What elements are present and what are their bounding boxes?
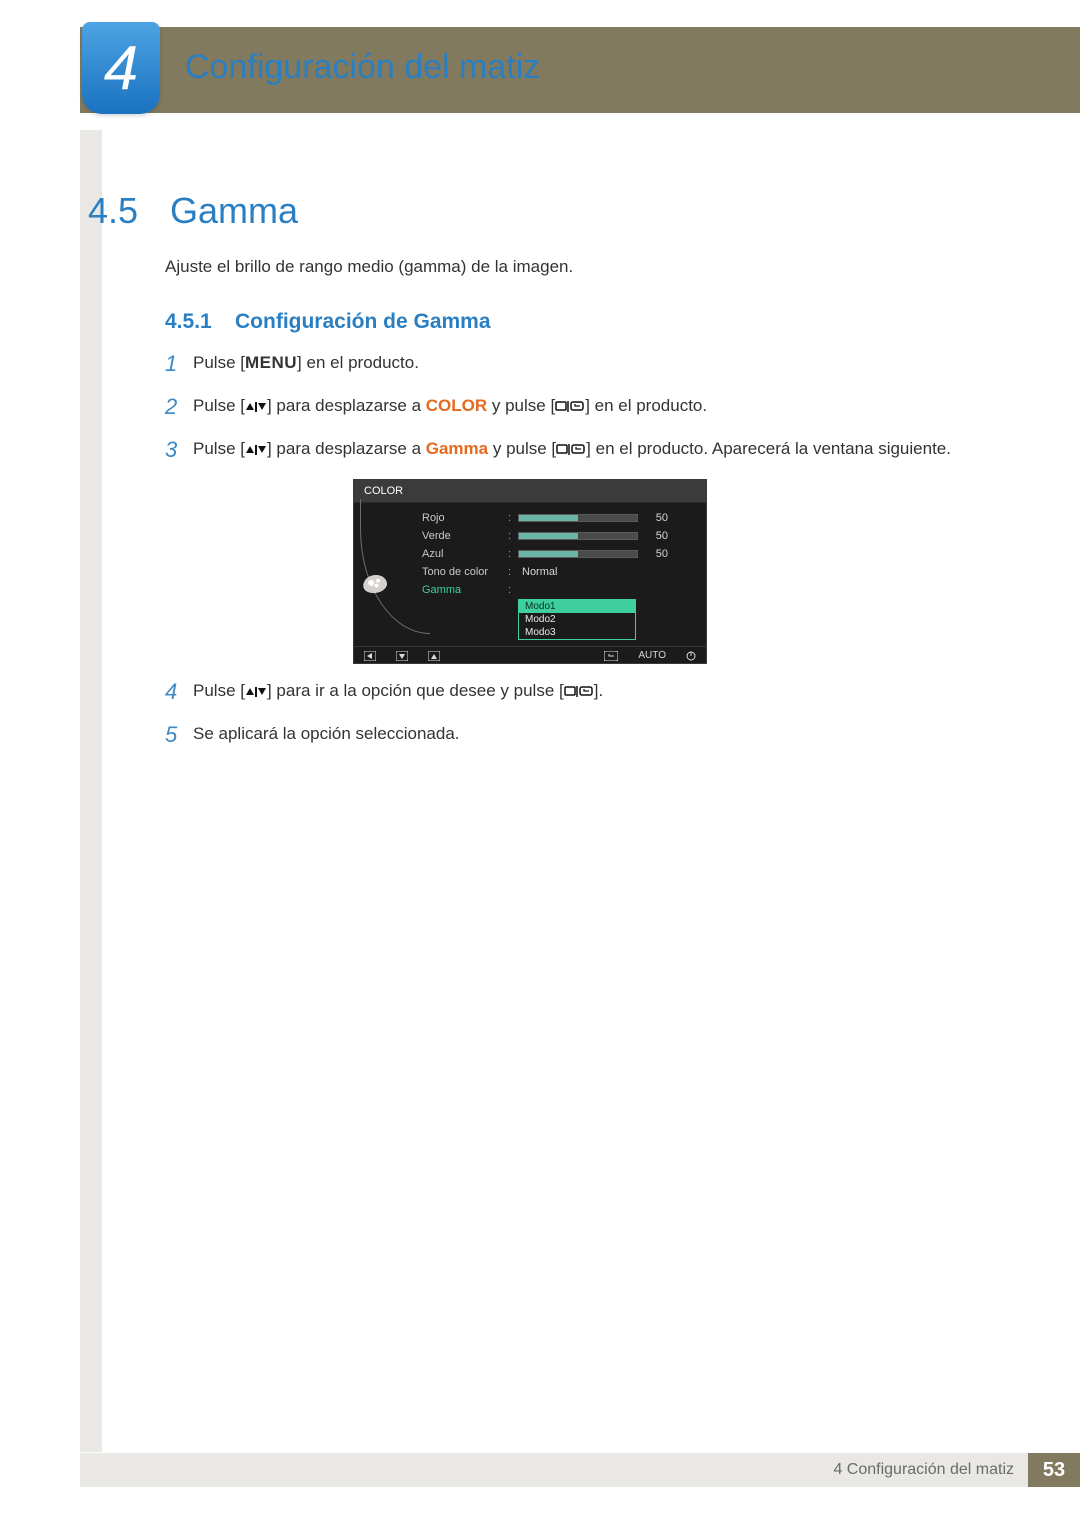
palette-icon bbox=[362, 573, 389, 595]
step-4-text: Pulse [] para ir a la opción que desee y… bbox=[193, 678, 1000, 706]
source-enter-icon bbox=[564, 680, 594, 706]
osd-option-modo1: Modo1 bbox=[519, 600, 635, 613]
step-3-num: 3 bbox=[165, 433, 193, 467]
step-5: 5 Se aplicará la opción seleccionada. bbox=[165, 721, 1000, 752]
osd-nav-down-icon bbox=[396, 651, 408, 661]
gamma-highlight: Gamma bbox=[426, 439, 488, 458]
osd-body: Rojo : 50 Verde : 50 Azul : bbox=[354, 503, 706, 646]
slider-bar bbox=[518, 514, 638, 522]
osd-row-gamma: Gamma : bbox=[422, 581, 696, 599]
source-enter-icon bbox=[556, 438, 586, 464]
chapter-number: 4 bbox=[104, 33, 138, 104]
osd-enter-icon bbox=[604, 651, 618, 661]
step-1-num: 1 bbox=[165, 347, 193, 381]
osd-footer: AUTO bbox=[354, 646, 706, 663]
osd-row-verde: Verde : 50 bbox=[422, 527, 696, 545]
step-1-text: Pulse [MENU] en el producto. bbox=[193, 350, 1000, 376]
left-margin-rule bbox=[80, 130, 102, 1452]
step-5-num: 5 bbox=[165, 718, 193, 752]
slider-bar bbox=[518, 550, 638, 558]
step-5-text: Se aplicará la opción seleccionada. bbox=[193, 721, 1000, 747]
osd-row-azul: Azul : 50 bbox=[422, 545, 696, 563]
up-down-icon bbox=[245, 680, 267, 706]
steps-list: 1 Pulse [MENU] en el producto. 2 Pulse [… bbox=[165, 350, 1000, 764]
chapter-title: Configuración del matiz bbox=[185, 48, 540, 87]
section-title: Gamma bbox=[170, 190, 298, 232]
osd-row-rojo: Rojo : 50 bbox=[422, 509, 696, 527]
step-4: 4 Pulse [] para ir a la opción que desee… bbox=[165, 678, 1000, 709]
step-2: 2 Pulse [] para desplazarse a COLOR y pu… bbox=[165, 393, 1000, 424]
footer-chapter-label: 4 Configuración del matiz bbox=[80, 1453, 1028, 1487]
osd-icon-column bbox=[354, 503, 396, 646]
osd-screenshot: COLOR Rojo : 50 Verde : bbox=[353, 479, 707, 664]
step-2-text: Pulse [] para desplazarse a COLOR y puls… bbox=[193, 393, 1000, 421]
osd-gamma-options: Modo1 Modo2 Modo3 bbox=[518, 599, 636, 640]
chapter-badge: 4 bbox=[82, 22, 160, 114]
step-4-num: 4 bbox=[165, 675, 193, 709]
source-enter-icon bbox=[555, 395, 585, 421]
step-2-num: 2 bbox=[165, 390, 193, 424]
osd-auto-label: AUTO bbox=[638, 650, 666, 661]
osd-window: COLOR Rojo : 50 Verde : bbox=[353, 479, 707, 664]
slider-bar bbox=[518, 532, 638, 540]
section-number: 4.5 bbox=[88, 190, 138, 232]
osd-nav-left-icon bbox=[364, 651, 376, 661]
step-3: 3 Pulse [] para desplazarse a Gamma y pu… bbox=[165, 436, 1000, 467]
step-1: 1 Pulse [MENU] en el producto. bbox=[165, 350, 1000, 381]
page-footer: 4 Configuración del matiz 53 bbox=[80, 1453, 1080, 1487]
osd-rows: Rojo : 50 Verde : 50 Azul : bbox=[396, 503, 706, 646]
up-down-icon bbox=[245, 438, 267, 464]
subsection-number: 4.5.1 bbox=[165, 310, 212, 334]
osd-title: COLOR bbox=[354, 480, 706, 503]
section-intro: Ajuste el brillo de rango medio (gamma) … bbox=[165, 257, 573, 277]
osd-power-icon bbox=[686, 651, 696, 661]
subsection-title: Configuración de Gamma bbox=[235, 310, 491, 334]
up-down-icon bbox=[245, 395, 267, 421]
osd-row-tono: Tono de color : Normal bbox=[422, 563, 696, 581]
osd-nav-up-icon bbox=[428, 651, 440, 661]
page-number: 53 bbox=[1028, 1453, 1080, 1487]
color-highlight: COLOR bbox=[426, 396, 487, 415]
step-3-text: Pulse [] para desplazarse a Gamma y puls… bbox=[193, 436, 1000, 464]
menu-key-label: MENU bbox=[245, 353, 297, 372]
osd-option-modo3: Modo3 bbox=[519, 626, 635, 639]
osd-option-modo2: Modo2 bbox=[519, 613, 635, 626]
